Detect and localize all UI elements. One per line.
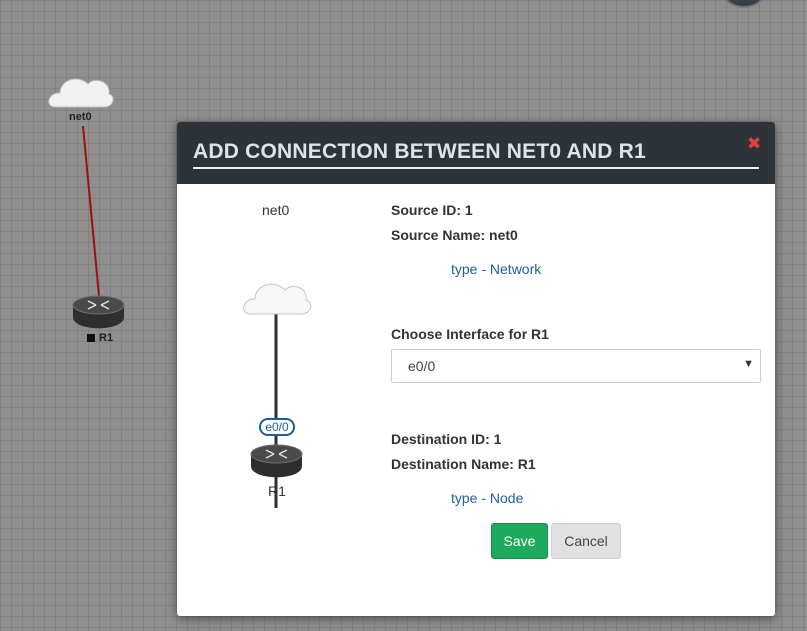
interface-badge: e0/0 <box>259 418 295 436</box>
diagram-cloud-icon <box>243 283 312 315</box>
add-connection-dialog: ADD CONNECTION BETWEEN NET0 AND R1 ✖ net… <box>177 122 775 616</box>
interface-select-label: Choose Interface for R1 <box>391 326 549 342</box>
destination-type-value: - Node <box>477 490 524 506</box>
save-button[interactable]: Save <box>491 523 548 559</box>
destination-name: Destination Name: R1 <box>391 456 536 472</box>
canvas-router-icon[interactable] <box>72 295 125 329</box>
canvas-cloud-icon[interactable] <box>48 78 114 108</box>
canvas-node-label-r1: R1 <box>99 332 114 344</box>
source-id: Source ID: 1 <box>391 202 473 218</box>
destination-id: Destination ID: 1 <box>391 431 502 447</box>
canvas-link-line[interactable] <box>82 125 100 297</box>
source-type-prefix: type <box>451 261 478 277</box>
source-name: Source Name: net0 <box>391 227 518 243</box>
dialog-title: ADD CONNECTION BETWEEN NET0 AND R1 <box>193 140 759 169</box>
diagram-router-icon <box>250 444 303 478</box>
diagram-dest-label: R1 <box>268 483 286 499</box>
destination-type-prefix: type <box>451 490 478 506</box>
canvas-node-label-net0: net0 <box>69 111 92 123</box>
interface-select-value: e0/0 <box>408 358 436 374</box>
interface-select[interactable]: e0/0 ▼ <box>391 349 761 383</box>
close-icon[interactable]: ✖ <box>747 135 761 152</box>
source-type-value: - Network <box>477 261 542 277</box>
cancel-button[interactable]: Cancel <box>551 523 621 559</box>
chevron-down-icon: ▼ <box>743 358 754 370</box>
dialog-header: ADD CONNECTION BETWEEN NET0 AND R1 ✖ <box>177 122 775 184</box>
destination-type: type - Node <box>451 490 523 506</box>
canvas-node-status-icon <box>87 334 95 342</box>
source-type: type - Network <box>451 261 541 277</box>
diagram-source-label: net0 <box>262 202 290 218</box>
